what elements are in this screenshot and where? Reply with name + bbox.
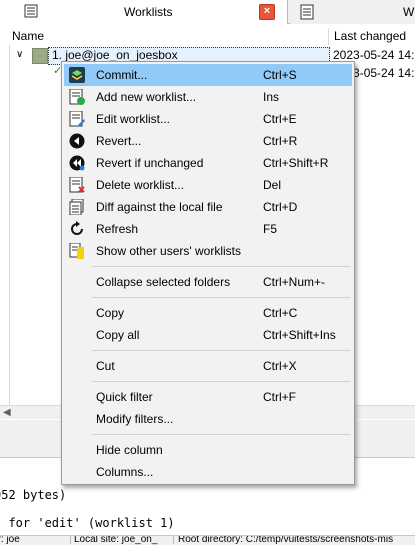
menu-item-shortcut: Ctrl+X	[263, 359, 297, 373]
menu-item-label: Hide column	[96, 443, 163, 457]
menu-item-label: Quick filter	[96, 390, 153, 404]
menu-separator	[92, 350, 350, 351]
menu-item-label: Delete worklist...	[96, 178, 185, 192]
menu-item-shortcut: Ctrl+Shift+R	[263, 156, 329, 170]
menu-item-label: Revert if unchanged	[96, 156, 204, 170]
commit-icon	[69, 67, 85, 83]
menu-item-label: Cut	[96, 359, 115, 373]
column-divider[interactable]	[328, 28, 329, 45]
menu-item-quick-filter[interactable]: Quick filter Ctrl+F	[64, 386, 352, 408]
delete-worklist-icon	[69, 176, 85, 193]
menu-item-shortcut: Ctrl+E	[263, 112, 297, 126]
menu-item-shortcut: Ctrl+Shift+Ins	[263, 328, 336, 342]
menu-item-label: Show other users' worklists	[96, 244, 242, 258]
chevron-down-icon[interactable]: ∨	[16, 49, 23, 60]
other-users-icon	[69, 242, 85, 259]
menu-item-shortcut: Ctrl+Num+-	[263, 275, 326, 289]
status-site: Local site: joe_on_	[74, 535, 158, 545]
menu-item-collapse-folders[interactable]: Collapse selected folders Ctrl+Num+-	[64, 271, 352, 293]
close-icon[interactable]: ×	[259, 4, 275, 20]
menu-separator	[92, 297, 350, 298]
tab-other-label: W	[403, 5, 415, 19]
tree-row-date: 2023-05-24 14:5	[333, 48, 415, 62]
menu-item-hide-column[interactable]: Hide column	[64, 439, 352, 461]
menu-item-shortcut: Ctrl+D	[263, 200, 298, 214]
menu-item-copy[interactable]: Copy Ctrl+C	[64, 302, 352, 324]
add-worklist-icon	[69, 88, 85, 105]
revert-unchanged-icon	[69, 155, 85, 171]
menu-item-label: Add new worklist...	[96, 90, 197, 104]
worklist-folder-icon	[32, 48, 48, 64]
menu-item-label: Copy all	[96, 328, 140, 342]
menu-item-modify-filters[interactable]: Modify filters...	[64, 408, 352, 430]
menu-item-label: Diff against the local file	[96, 200, 223, 214]
menu-item-shortcut: F5	[263, 222, 278, 236]
menu-item-label: Refresh	[96, 222, 139, 236]
menu-item-label: Commit...	[96, 68, 148, 82]
log-line: 952 bytes)	[0, 488, 67, 502]
menu-separator	[92, 266, 350, 267]
log-line: ' for 'edit' (worklist 1)	[0, 516, 175, 530]
other-tab-icon	[300, 4, 314, 23]
menu-item-shortcut: Ctrl+F	[263, 390, 296, 404]
status-user: er: joe	[0, 535, 20, 545]
menu-item-label: Edit worklist...	[96, 112, 171, 126]
tree-row-label: 1. joe@joe_on_joesbox	[52, 48, 178, 62]
menu-item-label: Revert...	[96, 134, 142, 148]
scroll-left-icon[interactable]: ◀	[3, 407, 11, 418]
tab-strip: Worklists × W	[0, 0, 415, 24]
menu-item-cut[interactable]: Cut Ctrl+X	[64, 355, 352, 377]
menu-item-delete-worklist[interactable]: Delete worklist... Del	[64, 174, 352, 196]
refresh-icon	[69, 221, 85, 237]
status-divider	[173, 536, 174, 544]
menu-separator	[92, 434, 350, 435]
status-root: Root directory: C:/temp/vuitests/screens…	[178, 535, 394, 545]
menu-item-label: Collapse selected folders	[96, 275, 231, 289]
menu-item-columns[interactable]: Columns...	[64, 461, 352, 483]
column-last-changed[interactable]: Last changed	[334, 29, 406, 43]
menu-item-shortcut: Ctrl+C	[263, 306, 298, 320]
menu-item-shortcut: Del	[263, 178, 282, 192]
menu-item-commit[interactable]: Commit... Ctrl+S	[64, 64, 352, 86]
status-divider	[70, 536, 71, 544]
menu-item-shortcut: Ins	[263, 90, 280, 104]
menu-item-label: Copy	[96, 306, 125, 320]
revert-icon	[69, 133, 85, 149]
menu-item-revert[interactable]: Revert... Ctrl+R	[64, 130, 352, 152]
menu-item-label: Columns...	[96, 465, 154, 479]
menu-item-shortcut: Ctrl+R	[263, 134, 298, 148]
context-menu: Commit... Ctrl+S Add new worklist... Ins…	[61, 61, 355, 485]
status-bar: er: joe Local site: joe_on_ Root directo…	[0, 535, 415, 545]
menu-separator	[92, 381, 350, 382]
menu-item-show-other-users[interactable]: Show other users' worklists	[64, 240, 352, 262]
menu-item-diff[interactable]: Diff against the local file Ctrl+D	[64, 196, 352, 218]
tab-worklists[interactable]: Worklists ×	[0, 0, 288, 24]
column-header: Name Last changed	[0, 28, 415, 45]
tab-other[interactable]: W	[290, 2, 415, 24]
menu-item-refresh[interactable]: Refresh F5	[64, 218, 352, 240]
tab-worklists-label: Worklists	[124, 5, 173, 19]
menu-item-add-new-worklist[interactable]: Add new worklist... Ins	[64, 86, 352, 108]
left-gutter	[0, 30, 10, 415]
menu-item-copy-all[interactable]: Copy all Ctrl+Shift+Ins	[64, 324, 352, 346]
column-name[interactable]: Name	[12, 29, 44, 43]
diff-icon	[69, 198, 85, 216]
worklist-tab-icon	[24, 4, 38, 21]
menu-item-label: Modify filters...	[96, 412, 174, 426]
menu-item-revert-if-unchanged[interactable]: Revert if unchanged Ctrl+Shift+R	[64, 152, 352, 174]
menu-item-edit-worklist[interactable]: Edit worklist... Ctrl+E	[64, 108, 352, 130]
edit-worklist-icon	[69, 110, 85, 127]
menu-item-shortcut: Ctrl+S	[263, 68, 297, 82]
